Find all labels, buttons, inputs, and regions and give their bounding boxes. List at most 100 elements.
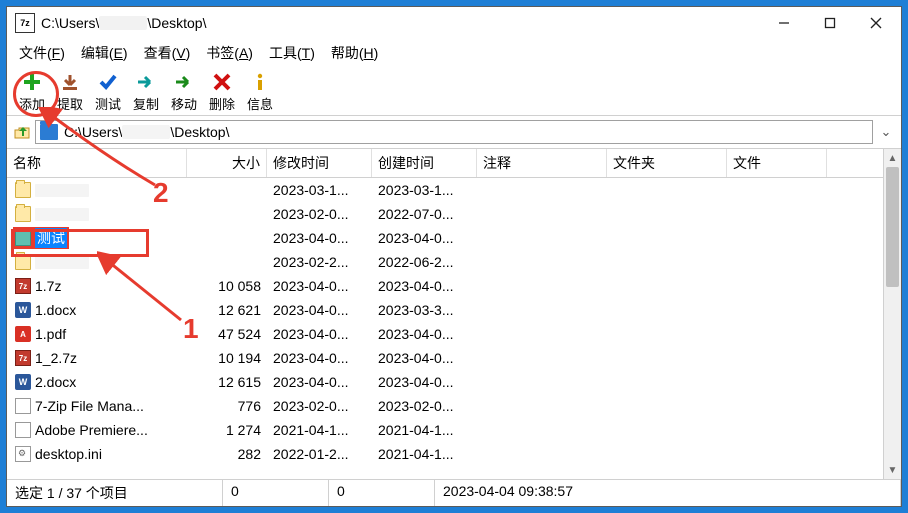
app-icon: 7z [15, 13, 35, 33]
file-mtime: 2023-04-0... [267, 349, 372, 367]
move-icon [172, 71, 196, 93]
file-mtime: 2023-04-0... [267, 277, 372, 295]
toolbar-copy[interactable]: 复制 [127, 71, 165, 113]
file-size [187, 213, 267, 215]
status-size1: 0 [223, 480, 329, 506]
header-comment[interactable]: 注释 [477, 149, 607, 177]
toolbar-info[interactable]: 信息 [241, 71, 279, 113]
delete-icon [210, 71, 234, 93]
path-suffix: \Desktop\ [170, 124, 229, 140]
folder-icon [15, 254, 31, 270]
file-name: desktop.ini [35, 446, 102, 462]
file-row[interactable]: 2023-02-2...2022-06-2... [7, 250, 883, 274]
file-mtime: 2023-04-0... [267, 373, 372, 391]
menu-bookmark[interactable]: 书签(A) [200, 41, 259, 65]
file-row[interactable]: 2023-02-0...2022-07-0... [7, 202, 883, 226]
menu-help[interactable]: 帮助(H) [325, 41, 384, 65]
pdf-icon: A [15, 326, 31, 342]
file-name: 1.pdf [35, 326, 66, 342]
close-button[interactable] [853, 8, 899, 38]
toolbar-move[interactable]: 移动 [165, 71, 203, 113]
file-row[interactable]: 7z1_2.7z10 1942023-04-0...2023-04-0... [7, 346, 883, 370]
scroll-up-button[interactable]: ▲ [884, 149, 901, 167]
title-path-suffix: \Desktop\ [147, 15, 206, 31]
toolbar-test-label: 测试 [95, 94, 121, 113]
file-name: 1.7z [35, 278, 61, 294]
extract-icon [58, 71, 82, 93]
folder-icon [40, 124, 58, 140]
window-title: C:\Users\\Desktop\ [41, 15, 761, 31]
file-ctime: 2022-06-2... [372, 253, 477, 271]
header-name[interactable]: 名称 [7, 149, 187, 177]
toolbar-extract[interactable]: 提取 [51, 71, 89, 113]
toolbar-move-label: 移动 [171, 94, 197, 113]
menu-tool[interactable]: 工具(T) [263, 41, 321, 65]
file-row[interactable]: 7-Zip File Mana...7762023-02-0...2023-02… [7, 394, 883, 418]
file-name: 2.docx [35, 374, 76, 390]
plus-icon [20, 71, 44, 93]
file-mtime: 2021-04-1... [267, 421, 372, 439]
file-ctime: 2021-04-1... [372, 421, 477, 439]
file-ctime: 2023-02-0... [372, 397, 477, 415]
file-row[interactable]: W2.docx12 6152023-04-0...2023-04-0... [7, 370, 883, 394]
file-row[interactable]: desktop.ini2822022-01-2...2021-04-1... [7, 442, 883, 466]
maximize-button[interactable] [807, 8, 853, 38]
file-ctime: 2023-04-0... [372, 349, 477, 367]
file-size: 10 058 [187, 277, 267, 295]
header-folders[interactable]: 文件夹 [607, 149, 727, 177]
file-row[interactable]: W1.docx12 6212023-04-0...2023-03-3... [7, 298, 883, 322]
file-row[interactable]: A1.pdf47 5242023-04-0...2023-04-0... [7, 322, 883, 346]
file-row[interactable]: 测试2023-04-0...2023-04-0... [7, 226, 883, 250]
statusbar: 选定 1 / 37 个项目 0 0 2023-04-04 09:38:57 [7, 479, 901, 506]
file-row[interactable]: 2023-03-1...2023-03-1... [7, 178, 883, 202]
header-files[interactable]: 文件 [727, 149, 827, 177]
menu-file[interactable]: 文件(F) [13, 41, 71, 65]
file-size: 12 615 [187, 373, 267, 391]
header-mtime[interactable]: 修改时间 [267, 149, 372, 177]
file-name: 7-Zip File Mana... [35, 398, 144, 414]
scroll-track[interactable] [884, 167, 901, 461]
header-size[interactable]: 大小 [187, 149, 267, 177]
file-size [187, 261, 267, 263]
vertical-scrollbar[interactable]: ▲ ▼ [883, 149, 901, 479]
toolbar-extract-label: 提取 [57, 94, 83, 113]
toolbar-add[interactable]: 添加 [13, 71, 51, 113]
path-prefix: C:\Users\ [64, 124, 122, 140]
folder-icon [15, 182, 31, 198]
titlebar[interactable]: 7z C:\Users\\Desktop\ [7, 7, 901, 39]
file-row[interactable]: Adobe Premiere...1 2742021-04-1...2021-0… [7, 418, 883, 442]
lnk-icon [15, 398, 31, 414]
address-bar: C:\Users\ \Desktop\ ⌄ [7, 116, 901, 149]
menu-edit[interactable]: 编辑(E) [75, 41, 134, 65]
header-ctime[interactable]: 创建时间 [372, 149, 477, 177]
up-folder-button[interactable] [13, 123, 31, 141]
status-timestamp: 2023-04-04 09:38:57 [435, 480, 901, 506]
file-name: 1.docx [35, 302, 76, 318]
file-list[interactable]: 名称 大小 修改时间 创建时间 注释 文件夹 文件 2023-03-1...20… [7, 149, 883, 479]
scroll-thumb[interactable] [886, 167, 899, 287]
docx-icon: W [15, 374, 31, 390]
file-name: 1_2.7z [35, 350, 77, 366]
file-mtime: 2023-04-0... [267, 325, 372, 343]
file-name [35, 208, 89, 221]
toolbar-delete[interactable]: 删除 [203, 71, 241, 113]
scroll-down-button[interactable]: ▼ [884, 461, 901, 479]
status-selection: 选定 1 / 37 个项目 [7, 480, 223, 506]
file-name [35, 184, 89, 197]
toolbar-delete-label: 删除 [209, 94, 235, 113]
app-window: 7z C:\Users\\Desktop\ 文件(F) 编辑(E) 查看(V) … [6, 6, 902, 507]
file-size: 282 [187, 445, 267, 463]
file-ctime: 2023-03-3... [372, 301, 477, 319]
path-dropdown[interactable]: ⌄ [877, 124, 895, 140]
folder-teal-icon [15, 230, 31, 246]
path-obscured [122, 125, 170, 139]
toolbar-copy-label: 复制 [133, 94, 159, 113]
lnk-icon [15, 422, 31, 438]
minimize-button[interactable] [761, 8, 807, 38]
menu-view[interactable]: 查看(V) [138, 41, 197, 65]
file-row[interactable]: 7z1.7z10 0582023-04-0...2023-04-0... [7, 274, 883, 298]
file-name: Adobe Premiere... [35, 422, 148, 438]
file-size: 47 524 [187, 325, 267, 343]
path-input[interactable]: C:\Users\ \Desktop\ [35, 120, 873, 144]
toolbar-test[interactable]: 测试 [89, 71, 127, 113]
